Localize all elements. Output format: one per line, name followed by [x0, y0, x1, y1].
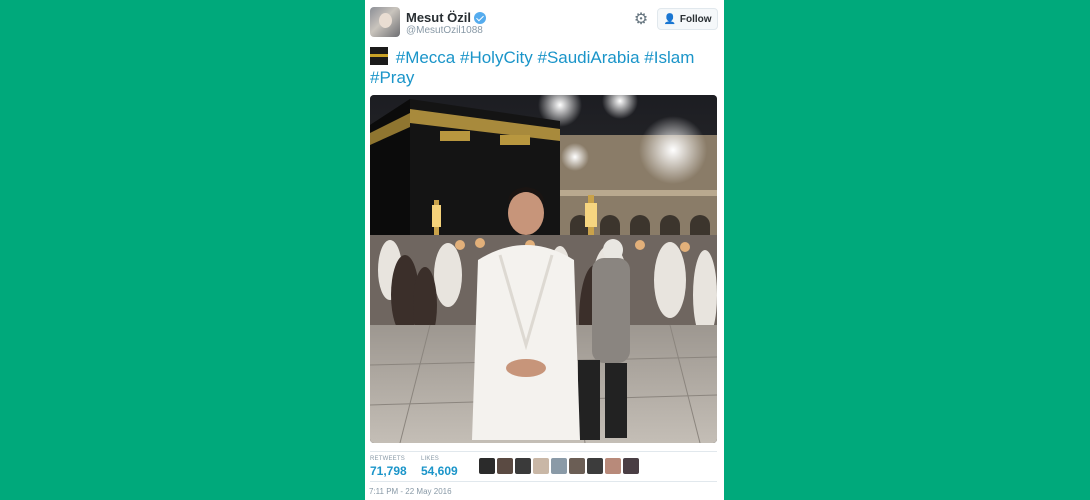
photo-scene	[370, 95, 717, 443]
tweet-photo[interactable]	[370, 95, 717, 443]
likes-stat[interactable]: LIKES 54,609	[421, 456, 458, 478]
kaaba-emoji-icon	[370, 47, 388, 65]
liker-avatar[interactable]	[605, 458, 621, 474]
liker-avatar[interactable]	[569, 458, 585, 474]
name-row: Mesut Özil	[406, 10, 487, 25]
add-person-icon: 👤	[663, 13, 676, 25]
hashtag-link[interactable]: #HolyCity	[460, 48, 533, 67]
likes-value: 54,609	[421, 464, 458, 478]
gear-icon[interactable]: ⚙	[632, 11, 650, 29]
retweets-stat[interactable]: RETWEETS 71,798	[370, 456, 407, 478]
liker-avatar[interactable]	[515, 458, 531, 474]
hashtag-link[interactable]: #Pray	[370, 68, 414, 87]
user-handle[interactable]: @MesutOzil1088	[406, 25, 483, 36]
liker-avatar[interactable]	[479, 458, 495, 474]
retweets-value: 71,798	[370, 464, 407, 478]
hashtag-link[interactable]: #Islam	[644, 48, 694, 67]
retweets-label: RETWEETS	[370, 456, 405, 462]
user-name[interactable]: Mesut Özil	[406, 10, 471, 25]
likes-label: LIKES	[421, 456, 440, 462]
tweet-header: Mesut Özil @MesutOzil1088 ⚙ 👤 Follow	[370, 7, 718, 39]
avatar[interactable]	[370, 7, 400, 37]
tweet-card: Mesut Özil @MesutOzil1088 ⚙ 👤 Follow #Me…	[365, 0, 724, 500]
liker-avatar[interactable]	[587, 458, 603, 474]
liker-avatar[interactable]	[551, 458, 567, 474]
follow-button[interactable]: 👤 Follow	[657, 8, 718, 30]
hashtag-link[interactable]: #Mecca	[396, 48, 456, 67]
hashtag-link[interactable]: #SaudiArabia	[537, 48, 639, 67]
verified-icon	[474, 11, 487, 24]
tweet-timestamp[interactable]: 7:11 PM - 22 May 2016	[369, 487, 452, 496]
tweet-text: #Mecca #HolyCity #SaudiArabia #Islam #Pr…	[370, 47, 710, 88]
liker-avatar[interactable]	[533, 458, 549, 474]
likers-avatars	[479, 458, 639, 474]
liker-avatar[interactable]	[623, 458, 639, 474]
liker-avatar[interactable]	[497, 458, 513, 474]
divider	[370, 481, 717, 482]
tweet-stats: RETWEETS 71,798 LIKES 54,609	[370, 451, 717, 481]
follow-label: Follow	[679, 13, 712, 25]
